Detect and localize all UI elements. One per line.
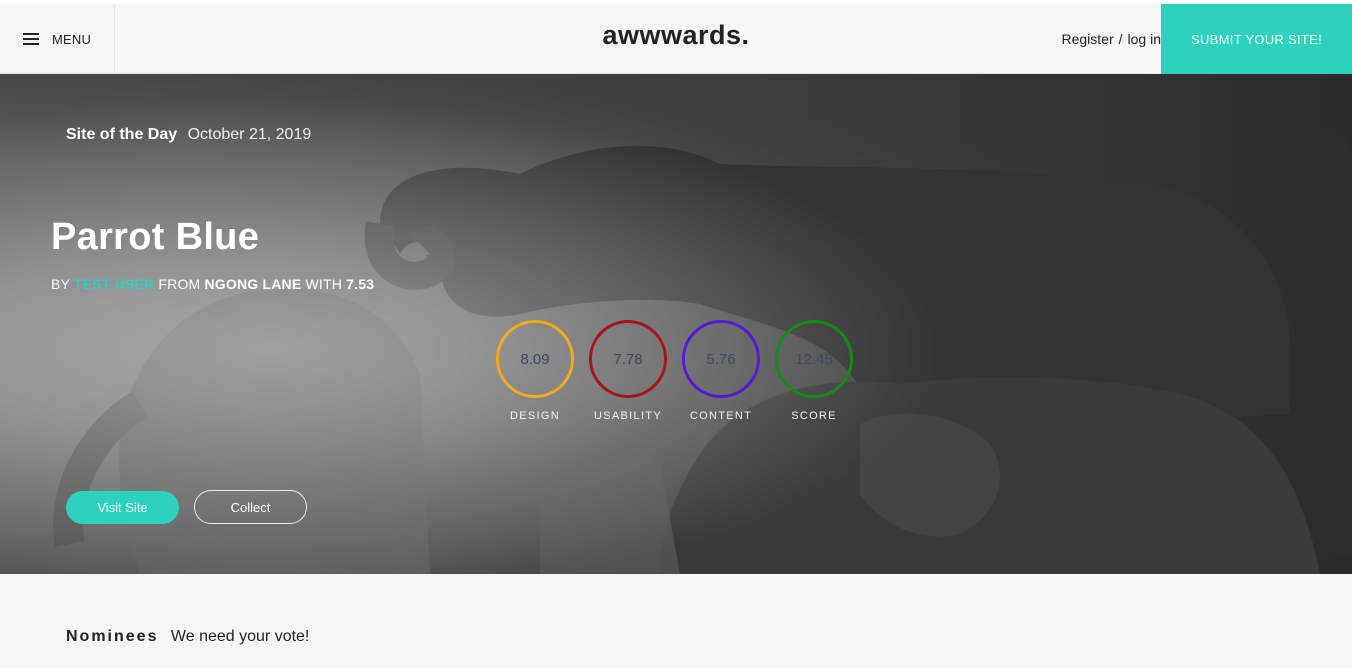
- score-design: 8.09 DESIGN: [496, 320, 574, 422]
- score-label: SCORE: [791, 410, 837, 422]
- content-ring: 5.76: [682, 320, 760, 398]
- sotd-date: October 21, 2019: [187, 126, 312, 143]
- score-usability: 7.78 USABILITY: [589, 320, 667, 422]
- site-of-the-day: Site of the Day October 21, 2019: [66, 126, 311, 144]
- author-link[interactable]: TEST USER: [74, 276, 154, 292]
- score-value: 12.45: [795, 350, 833, 368]
- site-title: Parrot Blue: [51, 216, 260, 258]
- byline: BY TEST USER FROM NGONG LANE WITH 7.53: [51, 276, 374, 292]
- content-label: CONTENT: [689, 410, 753, 422]
- site-header: MENU awwwards. Register / log in SUBMIT …: [0, 4, 1352, 74]
- by-prefix: BY: [51, 276, 70, 292]
- nominees-title: Nominees: [66, 628, 159, 645]
- hero-section: Site of the Day October 21, 2019 Parrot …: [0, 74, 1352, 574]
- with-text: WITH: [305, 276, 343, 292]
- auth-links: Register / log in: [1062, 4, 1162, 74]
- nominees-heading: Nominees We need your vote!: [66, 628, 309, 646]
- usability-value: 7.78: [613, 350, 643, 368]
- auth-separator: /: [1118, 31, 1123, 47]
- score-total: 12.45 SCORE: [775, 320, 853, 422]
- location: NGONG LANE: [204, 276, 302, 292]
- usability-ring: 7.78: [589, 320, 667, 398]
- menu-label: MENU: [52, 31, 92, 47]
- submit-site-button[interactable]: SUBMIT YOUR SITE!: [1161, 4, 1352, 74]
- menu-button[interactable]: MENU: [0, 4, 115, 74]
- login-link[interactable]: log in: [1128, 31, 1161, 47]
- visit-site-button[interactable]: Visit Site: [66, 491, 179, 524]
- usability-label: USABILITY: [594, 410, 662, 422]
- register-link[interactable]: Register: [1062, 31, 1114, 47]
- design-ring: 8.09: [496, 320, 574, 398]
- from-text: FROM: [158, 276, 201, 292]
- sotd-label: Site of the Day: [66, 126, 178, 143]
- logo[interactable]: awwwards.: [602, 20, 749, 50]
- design-label: DESIGN: [510, 410, 560, 422]
- score-ring: 12.45: [775, 320, 853, 398]
- design-value: 8.09: [520, 350, 550, 368]
- collect-button[interactable]: Collect: [194, 490, 307, 524]
- score-content: 5.76 CONTENT: [682, 320, 760, 422]
- hamburger-icon: [23, 33, 39, 45]
- score-rings: 8.09 DESIGN 7.78 USABILITY 5.76 CONTENT …: [496, 320, 853, 422]
- content-value: 5.76: [706, 350, 736, 368]
- nominees-subtitle: We need your vote!: [170, 628, 310, 645]
- overall-rating: 7.53: [346, 276, 375, 292]
